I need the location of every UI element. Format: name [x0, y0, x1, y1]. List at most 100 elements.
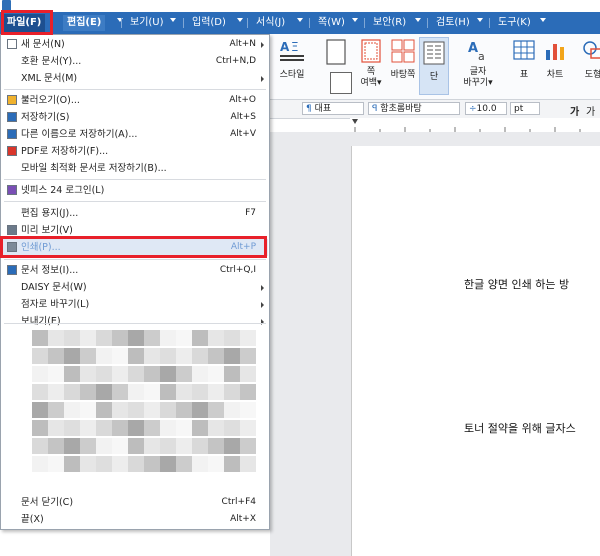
file-menu-item-label: 편집 용지(J)... — [21, 208, 79, 219]
mosaic-tile — [176, 438, 192, 454]
mosaic-tile — [192, 348, 208, 364]
mosaic-tile — [224, 384, 240, 400]
mosaic-tile — [80, 438, 96, 454]
table-icon — [513, 40, 535, 60]
mosaic-tile — [160, 402, 176, 418]
bold-sample: 가 — [570, 107, 580, 118]
menu-item-4[interactable]: 서식(J) — [252, 15, 289, 31]
file-menu-item[interactable]: 저장하기(S) Alt+S — [2, 109, 268, 126]
save-icon — [7, 112, 17, 122]
doc-paragraph-2[interactable]: 토너 절약을 위해 글자스 — [464, 420, 576, 436]
shape-button[interactable]: 도형 — [578, 38, 600, 80]
file-menu-item[interactable]: 불러오기(O)... Alt+O — [2, 92, 268, 109]
file-menu-item[interactable]: 호환 문서(Y)... Ctrl+N,D — [2, 53, 268, 70]
menu-divider — [4, 179, 266, 180]
file-menu-item[interactable]: 모바일 최적화 문서로 저장하기(B)... — [2, 160, 268, 177]
menu-file[interactable]: 파일(F) — [3, 14, 46, 32]
file-menu-item[interactable]: 점자로 바꾸기(L) — [2, 296, 268, 313]
mosaic-tile — [144, 330, 160, 346]
file-menu-item[interactable]: 편집 용지(J)... F7 — [2, 205, 268, 222]
chevron-down-icon[interactable] — [477, 18, 483, 22]
mosaic-tile — [48, 330, 64, 346]
columns-button[interactable]: 단 — [419, 37, 449, 95]
background-page-button[interactable]: 바탕쪽 — [388, 38, 418, 80]
mosaic-tile — [160, 456, 176, 472]
file-menu-item[interactable]: 새 문서(N) Alt+N — [2, 36, 268, 53]
mosaic-tile — [224, 330, 240, 346]
font-value: 함초롬바탕 — [380, 104, 422, 114]
font-select[interactable]: ꟼ 함초롬바탕 — [368, 102, 460, 115]
mosaic-tile — [32, 456, 48, 472]
style-label: 스타일 — [279, 70, 305, 80]
style-select-icon: ¶ — [306, 104, 315, 114]
mosaic-tile — [192, 438, 208, 454]
menu-item-3[interactable]: 입력(D) — [188, 15, 230, 31]
table-button[interactable]: 표 — [510, 38, 538, 80]
page-margin-button[interactable]: 쪽 여백▾ — [356, 38, 386, 89]
chevron-down-icon[interactable] — [297, 18, 303, 22]
file-menu-item[interactable]: 미리 보기(V) — [2, 222, 268, 239]
file-menu-item-label: 새 문서(N) — [21, 39, 65, 50]
menu-item-2[interactable]: 보기(U) — [126, 15, 168, 31]
chart-button[interactable]: 차트 — [540, 38, 570, 80]
menu-separator — [183, 18, 184, 28]
menu-item-7[interactable]: 검토(H) — [432, 15, 474, 31]
mosaic-tile — [224, 456, 240, 472]
paragraph-style-select[interactable]: ¶ 대표 — [302, 102, 364, 115]
mosaic-tile — [240, 384, 256, 400]
file-menu-item-label: 점자로 바꾸기(L) — [21, 299, 90, 310]
landscape-page-icon[interactable] — [330, 72, 352, 94]
file-menu-item[interactable]: PDF로 저장하기(F)... — [2, 143, 268, 160]
file-menu-item[interactable]: 끝(X) Alt+X — [2, 511, 268, 528]
submenu-arrow-icon — [261, 302, 264, 308]
chevron-down-icon[interactable] — [540, 18, 546, 22]
mosaic-tile — [128, 456, 144, 472]
menu-item-5[interactable]: 쪽(W) — [314, 15, 349, 31]
mosaic-tile — [112, 366, 128, 382]
columns-label: 단 — [429, 72, 439, 82]
file-menu-item[interactable]: DAISY 문서(W) — [2, 279, 268, 296]
file-menu-item[interactable]: 문서 닫기(C) Ctrl+F4 — [2, 494, 268, 511]
bold-button[interactable]: 가 — [570, 103, 579, 118]
folder-open-icon — [7, 95, 17, 105]
new-doc-icon — [7, 39, 17, 49]
mosaic-tile — [48, 366, 64, 382]
chevron-down-icon[interactable] — [237, 18, 243, 22]
mosaic-tile — [160, 384, 176, 400]
menu-item-8[interactable]: 도구(K) — [494, 15, 535, 31]
mosaic-tile — [112, 348, 128, 364]
font-size-icon: ÷ — [469, 104, 477, 114]
mosaic-tile — [224, 420, 240, 436]
document-page[interactable]: 한글 양면 인쇄 하는 방 토너 절약을 위해 글자스 — [351, 146, 600, 556]
mosaic-tile — [128, 330, 144, 346]
file-menu-item-label: 끝(X) — [21, 514, 44, 525]
file-menu-item-label: PDF로 저장하기(F)... — [21, 146, 109, 157]
chevron-down-icon[interactable] — [352, 18, 358, 22]
mosaic-tile — [96, 420, 112, 436]
file-menu-item[interactable]: 넷피스 24 로그인(L) — [2, 182, 268, 199]
file-menu-item[interactable]: 다른 이름으로 저장하기(A)... Alt+V — [2, 126, 268, 143]
font-size-input[interactable]: ÷10.0 — [465, 102, 507, 115]
mosaic-tile — [144, 348, 160, 364]
chevron-down-icon[interactable] — [117, 18, 123, 22]
menu-bar: 파일(F) 편집(E) 보기(U) 입력(D) 서식(J) 쪽(W) 보안(R) 검토(H) 도… — [0, 12, 600, 34]
style-group[interactable]: A Ξ 스타일 — [272, 38, 312, 80]
mosaic-tile — [96, 348, 112, 364]
mosaic-tile — [240, 330, 256, 346]
file-menu-item[interactable]: 인쇄(P)... Alt+P — [2, 239, 268, 256]
font-unit-select[interactable]: pt — [510, 102, 540, 115]
char-change-button[interactable]: A a 글자 바꾸기▾ — [458, 38, 498, 89]
file-menu-item[interactable]: 보내기(E) — [2, 313, 268, 330]
file-menu-item[interactable]: 문서 정보(I)... Ctrl+Q,I — [2, 262, 268, 279]
svg-text:A: A — [468, 41, 478, 56]
doc-paragraph-1[interactable]: 한글 양면 인쇄 하는 방 — [464, 276, 569, 292]
menu-edit[interactable]: 편집(E) — [63, 15, 106, 31]
menu-item-6[interactable]: 보안(R) — [369, 15, 410, 31]
italic-button[interactable]: 가 — [586, 103, 595, 118]
chart-icon — [546, 44, 564, 60]
page-layout-button[interactable] — [322, 38, 352, 71]
horizontal-ruler[interactable] — [350, 118, 600, 133]
file-menu-item[interactable]: XML 문서(M) — [2, 70, 268, 87]
chevron-down-icon[interactable] — [415, 18, 421, 22]
chevron-down-icon[interactable] — [170, 18, 176, 22]
